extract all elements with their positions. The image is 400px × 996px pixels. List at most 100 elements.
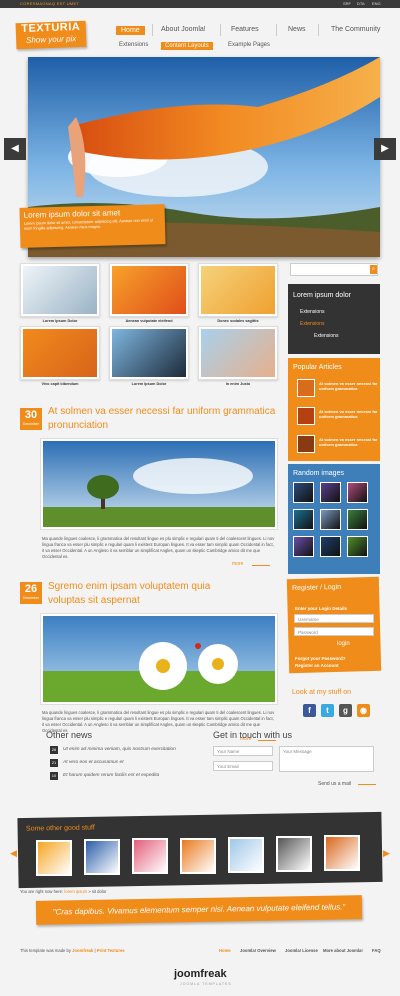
forgot-password-link[interactable]: Forgot your Password?	[295, 656, 346, 661]
footer-link-more[interactable]: More about Joomla!	[323, 948, 363, 953]
thumbnail-image[interactable]	[198, 263, 278, 317]
footer-link-faq[interactable]: FAQ	[372, 948, 381, 953]
article-body: Ma quande lingues coalesce, li grammatic…	[42, 536, 275, 559]
popular-article-item[interactable]: At solmen va esser necessi far uniform g…	[297, 379, 379, 399]
breadcrumb-separator: »	[88, 889, 91, 894]
thumbnail-caption[interactable]: Lorem Ipsum Dolor	[18, 319, 102, 323]
good-stuff-thumb[interactable]	[276, 836, 312, 872]
nav-divider	[220, 24, 221, 36]
good-stuff-thumb[interactable]	[180, 837, 216, 874]
good-stuff-thumb[interactable]	[228, 836, 264, 873]
thumbnail-caption[interactable]: Vivo capit bibendum	[18, 382, 102, 386]
send-arrow-icon	[358, 784, 376, 785]
footer-link-license[interactable]: Joomla! License	[285, 948, 318, 953]
facebook-icon[interactable]: f	[303, 704, 316, 717]
lang-link-1[interactable]: SRF	[343, 1, 351, 6]
thumbnail-picture	[112, 266, 186, 314]
slider-prev-button[interactable]: ◀	[4, 138, 26, 160]
good-stuff-thumb[interactable]	[36, 840, 72, 876]
news-item-link[interactable]: Ut enim ad minima veniam, quis nostrum e…	[63, 747, 176, 752]
thumbnail-caption[interactable]: Aenean vulputate eleifend	[107, 319, 191, 323]
subnav-content-layouts[interactable]: Content Layouts	[161, 42, 213, 50]
search-input[interactable]	[290, 263, 378, 276]
random-image[interactable]	[347, 509, 368, 530]
random-image[interactable]	[347, 536, 368, 557]
random-images-title: Random images	[293, 470, 344, 477]
article-title[interactable]: At solmen va esser necessi far uniform g…	[48, 405, 278, 433]
random-image[interactable]	[293, 536, 314, 557]
popular-article-item[interactable]: At solmen va esser necessi far uniform g…	[297, 407, 379, 427]
site-logo[interactable]: TEXTURIA Show your pix	[15, 20, 87, 50]
footer-credit: This template was made by Joomfreak | Pr…	[20, 948, 125, 953]
menu-item-active[interactable]: Extensions	[300, 321, 324, 327]
menu-panel-title: Lorem ipsum dolor	[293, 292, 351, 299]
search-icon[interactable]: ⌕	[370, 265, 377, 274]
thumbnail-image[interactable]	[109, 326, 189, 380]
article-more-link[interactable]: more	[232, 561, 243, 567]
rss-icon[interactable]: ◉	[357, 704, 370, 717]
footer-link-overview[interactable]: Joomla! Overview	[240, 948, 276, 953]
nav-news[interactable]: News	[288, 26, 306, 33]
news-item-link[interactable]: Et harum quidem rerum facilis est et exp…	[63, 773, 159, 778]
username-input[interactable]: Username	[294, 614, 374, 623]
send-mail-button[interactable]: Send us a mail	[318, 781, 351, 787]
popular-article-text: At solmen va esser necessi far uniform g…	[319, 381, 378, 391]
popular-article-text: At solmen va esser necessi far uniform g…	[319, 437, 378, 447]
thumbnail-picture	[201, 266, 275, 314]
contact-message-textarea[interactable]: Your Message	[279, 746, 374, 772]
strip-next-icon[interactable]: ▶	[383, 848, 390, 859]
lang-link-2[interactable]: DTA	[357, 1, 365, 6]
slider-next-button[interactable]: ▶	[374, 138, 396, 160]
news-item-link[interactable]: At vero eos et accusamus et	[63, 760, 124, 765]
random-image[interactable]	[320, 482, 341, 503]
good-stuff-thumb[interactable]	[132, 838, 168, 875]
random-image[interactable]	[293, 482, 314, 503]
lang-link-3[interactable]: ENG	[372, 1, 381, 6]
menu-subitem[interactable]: Extensions	[314, 333, 338, 339]
breadcrumb-link[interactable]: lorem ipsum	[64, 889, 87, 894]
random-image[interactable]	[320, 536, 341, 557]
menu-item[interactable]: Extensions	[300, 309, 324, 315]
login-button[interactable]: login	[337, 641, 350, 647]
slider-caption-text: Lorem ipsum dolor sit amet, consectetuer…	[23, 218, 154, 231]
login-subtitle: Enter your Login Details	[295, 606, 348, 611]
good-stuff-thumb[interactable]	[84, 839, 120, 876]
thumbnail-image[interactable]	[20, 263, 100, 317]
random-image[interactable]	[347, 482, 368, 503]
thumbnail-image[interactable]	[198, 326, 278, 380]
register-link[interactable]: Register an Account	[295, 663, 339, 668]
nav-about[interactable]: About Joomla!	[161, 26, 206, 33]
thumbnail-caption[interactable]: Donec sodales sagittis	[196, 319, 280, 323]
strip-prev-icon[interactable]: ◀	[10, 848, 17, 859]
contact-name-input[interactable]: Your Name	[213, 746, 273, 756]
footer-brand-logo[interactable]: joomfreak	[174, 968, 227, 980]
popular-article-thumb	[297, 379, 315, 397]
subnav-extensions[interactable]: Extensions	[119, 42, 148, 48]
google-plus-icon[interactable]: g	[339, 704, 352, 717]
good-stuff-title: Some other good stuff	[25, 824, 95, 833]
article-month: December	[22, 596, 40, 600]
password-input[interactable]: Password	[294, 627, 374, 636]
popular-articles-title: Popular Articles	[293, 364, 342, 371]
thumbnail-caption[interactable]: In enim Justo	[196, 382, 280, 386]
footer-credit-link-2[interactable]: Print Textures	[97, 948, 125, 953]
twitter-icon[interactable]: t	[321, 704, 334, 717]
thumbnail-image[interactable]	[20, 326, 100, 380]
contact-email-input[interactable]: Your Email	[213, 761, 273, 771]
nav-home[interactable]: Home	[116, 26, 145, 35]
breadcrumb-current: sit dolor	[91, 889, 107, 894]
nav-divider	[152, 24, 153, 36]
thumbnail-image[interactable]	[109, 263, 189, 317]
footer-credit-link[interactable]: Joomfreak	[72, 948, 93, 953]
thumbnail-caption[interactable]: Lorem Ipsum Dolor	[107, 382, 191, 386]
nav-features[interactable]: Features	[231, 26, 259, 33]
article-title[interactable]: Sgremo enim ipsam voluptatem quia volupt…	[48, 580, 248, 608]
logo-subtitle: Show your pix	[25, 34, 77, 45]
nav-community[interactable]: The Community	[331, 26, 380, 33]
random-image[interactable]	[293, 509, 314, 530]
random-image[interactable]	[320, 509, 341, 530]
good-stuff-thumb[interactable]	[324, 835, 360, 872]
popular-article-item[interactable]: At solmen va esser necessi far uniform g…	[297, 435, 379, 455]
footer-link-home[interactable]: Home	[219, 948, 231, 953]
subnav-example-pages[interactable]: Example Pages	[228, 42, 270, 48]
